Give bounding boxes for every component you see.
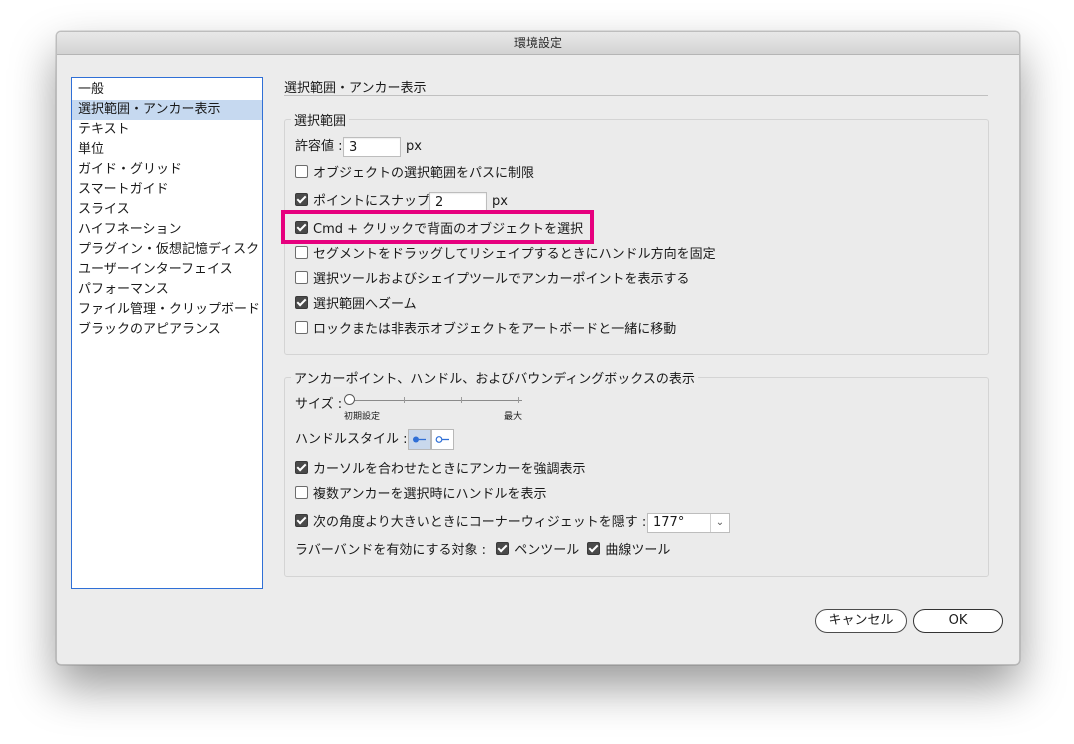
anchor-display-group-label: アンカーポイント、ハンドル、およびバウンディングボックスの表示 xyxy=(291,368,698,387)
tolerance-row: 許容値 : xyxy=(295,138,343,156)
window-title: 環境設定 xyxy=(57,32,1019,55)
sidebar-item-hyphenation[interactable]: ハイフネーション xyxy=(72,220,262,240)
pen-tool-checkbox[interactable] xyxy=(496,542,510,555)
sidebar-item-appearance-of-black[interactable]: ブラックのアピアランス xyxy=(72,320,262,340)
size-slider-track[interactable] xyxy=(347,400,522,401)
rubber-band-label: ラバーバンドを有効にする対象 : xyxy=(295,543,487,558)
highlight-anchors-label: カーソルを合わせたときにアンカーを強調表示 xyxy=(313,462,586,477)
constrain-path-dragging-checkbox[interactable] xyxy=(295,246,308,259)
constrain-path-dragging-label: セグメントをドラッグしてリシェイプするときにハンドル方向を固定 xyxy=(313,247,716,262)
show-anchor-points-label: 選択ツールおよびシェイプツールでアンカーポイントを表示する xyxy=(313,272,690,287)
restrict-selection-label: オブジェクトの選択範囲をパスに制限 xyxy=(313,166,535,181)
sidebar-item-units[interactable]: 単位 xyxy=(72,140,262,160)
size-max-label: 最大 xyxy=(504,412,523,422)
sidebar-item-user-interface[interactable]: ユーザーインターフェイス xyxy=(72,260,262,280)
selection-group-label: 選択範囲 xyxy=(291,110,350,129)
sidebar-item-slices[interactable]: スライス xyxy=(72,200,262,220)
hide-corner-widget-checkbox[interactable] xyxy=(295,514,308,527)
zoom-to-selection-label: 選択範囲へズーム xyxy=(313,297,417,312)
option-show-anchor-points-in-tools[interactable]: 選択ツールおよびシェイプツールでアンカーポイントを表示する xyxy=(295,271,689,289)
highlight-anchors-checkbox[interactable] xyxy=(295,461,308,474)
sidebar-item-guides-grid[interactable]: ガイド・グリッド xyxy=(72,160,262,180)
cancel-button[interactable]: キャンセル xyxy=(815,609,907,633)
size-slider-tick xyxy=(518,397,519,403)
option-restrict-selection-to-paths[interactable]: オブジェクトの選択範囲をパスに制限 xyxy=(295,165,534,183)
handle-solid-icon xyxy=(413,436,426,443)
handle-style-solid-button[interactable] xyxy=(408,429,431,450)
hide-corner-widget-label: 次の角度より大きいときにコーナーウィジェットを隠す : xyxy=(313,515,647,530)
size-min-label: 初期設定 xyxy=(344,412,381,422)
zoom-to-selection-checkbox[interactable] xyxy=(295,296,308,309)
restrict-selection-checkbox[interactable] xyxy=(295,165,308,178)
highlight-box xyxy=(281,210,594,244)
curvature-tool-checkbox[interactable] xyxy=(587,542,601,555)
snap-to-point-label: ポイントにスナップ xyxy=(313,194,431,209)
section-title: 選択範囲・アンカー表示 xyxy=(284,81,427,96)
show-handles-label: 複数アンカーを選択時にハンドルを表示 xyxy=(313,487,547,502)
snap-to-point-checkbox[interactable] xyxy=(295,193,308,206)
size-label: サイズ : xyxy=(295,397,343,412)
option-constrain-path-dragging[interactable]: セグメントをドラッグしてリシェイプするときにハンドル方向を固定 xyxy=(295,246,716,264)
section-divider xyxy=(284,95,988,96)
tolerance-label: 許容値 : xyxy=(295,139,343,154)
option-move-locked-hidden-with-artboard[interactable]: ロックまたは非表示オブジェクトをアートボードと一緒に移動 xyxy=(295,321,676,339)
handle-style-label: ハンドルスタイル : xyxy=(295,432,408,447)
size-slider-knob[interactable] xyxy=(344,394,355,405)
ok-button[interactable]: OK xyxy=(913,609,1003,633)
snap-to-point-unit: px xyxy=(492,194,508,209)
tolerance-input[interactable]: 3 xyxy=(343,137,401,157)
sidebar-item-plugins-scratch-disks[interactable]: プラグイン・仮想記憶ディスク xyxy=(72,240,262,260)
preferences-window: 環境設定 一般 選択範囲・アンカー表示 テキスト 単位 ガイド・グリッド スマー… xyxy=(56,31,1020,665)
angle-select[interactable]: 177° ⌄ xyxy=(647,513,730,533)
option-show-handles-multiple-anchors[interactable]: 複数アンカーを選択時にハンドルを表示 xyxy=(295,486,546,504)
sidebar-item-text[interactable]: テキスト xyxy=(72,120,262,140)
curvature-tool-label: 曲線ツール xyxy=(605,543,671,558)
option-zoom-to-selection[interactable]: 選択範囲へズーム xyxy=(295,296,417,314)
show-anchor-points-checkbox[interactable] xyxy=(295,271,308,284)
chevron-down-icon[interactable]: ⌄ xyxy=(710,514,729,532)
move-locked-hidden-label: ロックまたは非表示オブジェクトをアートボードと一緒に移動 xyxy=(313,322,677,337)
snap-to-point-input[interactable]: 2 xyxy=(429,192,487,212)
sidebar-item-file-handling-clipboard[interactable]: ファイル管理・クリップボード xyxy=(72,300,262,320)
pen-tool-label: ペンツール xyxy=(514,543,580,558)
option-highlight-anchors-on-hover[interactable]: カーソルを合わせたときにアンカーを強調表示 xyxy=(295,461,585,479)
rubber-band-row: ラバーバンドを有効にする対象 : ペンツール 曲線ツール xyxy=(295,542,670,560)
tolerance-unit: px xyxy=(406,139,422,154)
handle-hollow-icon xyxy=(435,436,449,443)
size-slider-tick xyxy=(404,397,405,403)
sidebar-item-selection-anchor[interactable]: 選択範囲・アンカー表示 xyxy=(72,100,262,120)
angle-select-value: 177° xyxy=(653,515,685,530)
size-slider-tick xyxy=(461,397,462,403)
option-hide-corner-widget[interactable]: 次の角度より大きいときにコーナーウィジェットを隠す : xyxy=(295,514,646,532)
show-handles-checkbox[interactable] xyxy=(295,486,308,499)
handle-style-hollow-button[interactable] xyxy=(431,429,454,450)
sidebar-item-general[interactable]: 一般 xyxy=(72,80,262,100)
move-locked-hidden-checkbox[interactable] xyxy=(295,321,308,334)
option-snap-to-point[interactable]: ポイントにスナップ xyxy=(295,193,430,211)
sidebar-item-performance[interactable]: パフォーマンス xyxy=(72,280,262,300)
preferences-sidebar[interactable]: 一般 選択範囲・アンカー表示 テキスト 単位 ガイド・グリッド スマートガイド … xyxy=(71,77,263,589)
sidebar-item-smart-guides[interactable]: スマートガイド xyxy=(72,180,262,200)
